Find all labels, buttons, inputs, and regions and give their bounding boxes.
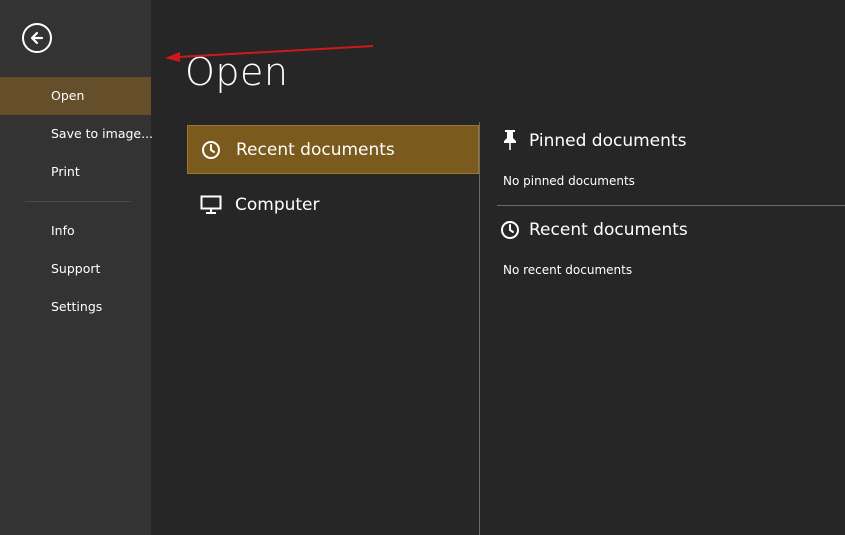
sidebar-item-print[interactable]: Print bbox=[0, 153, 151, 191]
pinned-documents-title: Pinned documents bbox=[529, 131, 687, 151]
sidebar-divider bbox=[25, 201, 131, 202]
monitor-icon bbox=[200, 195, 222, 219]
source-label: Recent documents bbox=[236, 140, 395, 160]
sidebar-item-settings[interactable]: Settings bbox=[0, 288, 151, 326]
file-backstage-view: Open Save to image... Print Info Support… bbox=[0, 0, 845, 535]
arrow-left-icon bbox=[30, 31, 44, 45]
recent-empty-text: No recent documents bbox=[503, 263, 633, 277]
sidebar-item-open[interactable]: Open bbox=[0, 77, 151, 115]
sidebar-item-support[interactable]: Support bbox=[0, 250, 151, 288]
sidebar-item-info[interactable]: Info bbox=[0, 212, 151, 250]
source-computer[interactable]: Computer bbox=[187, 181, 479, 230]
sidebar-item-label: Settings bbox=[51, 299, 103, 314]
sidebar-item-label: Save to image... bbox=[51, 126, 154, 141]
back-button[interactable] bbox=[22, 23, 52, 53]
pinned-empty-text: No pinned documents bbox=[503, 174, 635, 188]
section-divider bbox=[497, 205, 845, 206]
sidebar-item-label: Open bbox=[51, 88, 85, 103]
sidebar-item-label: Print bbox=[51, 164, 80, 179]
sidebar-item-save-to-image[interactable]: Save to image... bbox=[0, 115, 154, 153]
source-label: Computer bbox=[235, 195, 320, 215]
clock-icon bbox=[201, 140, 221, 164]
page-title: Open bbox=[185, 50, 289, 94]
source-recent-documents[interactable]: Recent documents bbox=[187, 125, 479, 174]
sidebar-item-label: Support bbox=[51, 261, 101, 276]
sidebar-item-label: Info bbox=[51, 223, 75, 238]
recent-documents-title: Recent documents bbox=[529, 220, 688, 240]
panel-divider bbox=[479, 122, 480, 535]
sidebar: Open Save to image... Print Info Support… bbox=[0, 0, 154, 535]
clock-icon bbox=[500, 220, 520, 244]
pin-icon bbox=[501, 129, 519, 155]
